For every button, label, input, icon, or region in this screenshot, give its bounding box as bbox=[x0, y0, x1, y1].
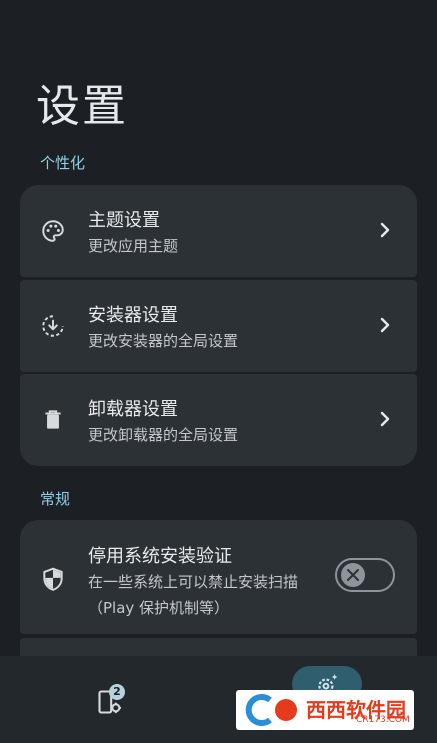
row-subtitle: 更改安装器的全局设置 bbox=[88, 332, 239, 350]
row-subtitle: 在一些系统上可以禁止安装扫描（Play 保护机制等） bbox=[88, 573, 299, 617]
installer-badge: 2 bbox=[109, 684, 125, 700]
row-title: 卸载器设置 bbox=[88, 399, 178, 420]
installer-settings-row[interactable]: 安装器设置 更改安装器的全局设置 bbox=[20, 280, 417, 372]
watermark-emblem-icon bbox=[245, 694, 297, 726]
shield-icon bbox=[43, 567, 63, 591]
row-title: 主题设置 bbox=[88, 210, 160, 231]
close-icon bbox=[347, 569, 359, 581]
chevron-right-icon bbox=[380, 411, 390, 427]
nav-item-installer[interactable]: 2 bbox=[80, 656, 140, 743]
disable-install-verification-row[interactable]: 停用系统安装验证 在一些系统上可以禁止安装扫描（Play 保护机制等） bbox=[20, 520, 417, 634]
uninstaller-settings-row[interactable]: 卸载器设置 更改卸载器的全局设置 bbox=[20, 374, 417, 466]
row-title: 安装器设置 bbox=[88, 305, 178, 326]
row-title: 停用系统安装验证 bbox=[88, 546, 232, 567]
theme-settings-row[interactable]: 主题设置 更改应用主题 bbox=[20, 185, 417, 277]
chevron-right-icon bbox=[380, 222, 390, 238]
page-title: 设置 bbox=[36, 81, 128, 132]
watermark-logo: 西西软件园 CR173.COM bbox=[236, 690, 414, 730]
chevron-right-icon bbox=[380, 317, 390, 333]
watermark-subtext: CR173.COM bbox=[356, 715, 410, 725]
row-subtitle: 更改应用主题 bbox=[88, 237, 179, 255]
section-header-general: 常规 bbox=[40, 490, 71, 508]
row-subtitle: 更改卸载器的全局设置 bbox=[88, 426, 239, 444]
install-download-icon bbox=[42, 315, 64, 337]
verification-toggle-switch[interactable] bbox=[335, 558, 395, 592]
section-header-personalization: 个性化 bbox=[40, 154, 86, 172]
trash-icon bbox=[45, 410, 61, 429]
switch-knob bbox=[341, 563, 365, 587]
palette-icon bbox=[42, 220, 64, 242]
